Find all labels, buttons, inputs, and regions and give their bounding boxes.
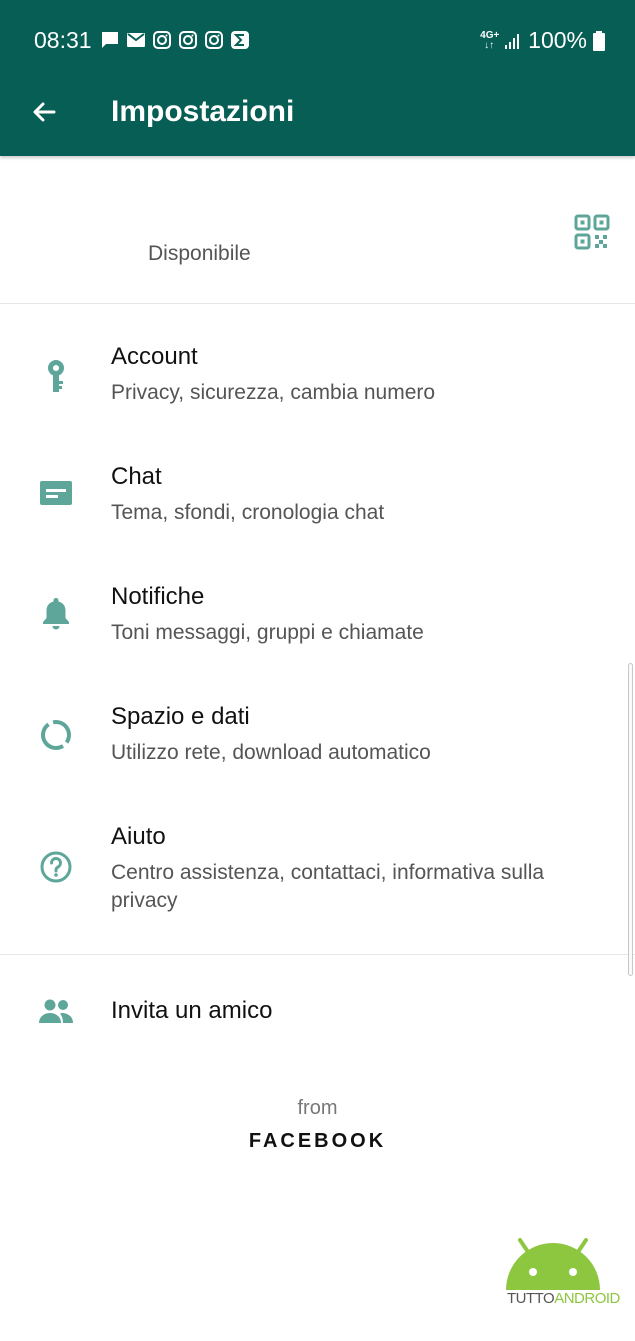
people-icon	[36, 991, 76, 1031]
instagram-icon	[205, 31, 223, 49]
bell-icon	[36, 593, 76, 633]
instagram-icon	[153, 31, 171, 49]
menu-item-subtitle: Tema, sfondi, cronologia chat	[111, 501, 385, 524]
battery-icon	[593, 30, 605, 51]
signal-icon	[505, 33, 520, 49]
menu-item-chat[interactable]: Chat Tema, sfondi, cronologia chat	[0, 445, 635, 555]
footer-brand: FACEBOOK	[248, 1130, 387, 1152]
menu-item-account[interactable]: Account Privacy, sicurezza, cambia numer…	[0, 325, 635, 435]
app-toolbar: Impostazioni	[0, 70, 635, 156]
data-usage-icon	[36, 715, 76, 755]
section-divider	[0, 954, 635, 955]
sigma-icon	[231, 31, 249, 49]
watermark-text-part2: ANDROID	[554, 1290, 620, 1307]
help-icon	[36, 847, 76, 887]
message-icon	[102, 32, 118, 48]
menu-item-title: Spazio e dati	[111, 703, 250, 730]
invite-label: Invita un amico	[111, 997, 273, 1024]
profile-section[interactable]: Disponibile	[0, 156, 635, 304]
status-bar: 08:31 4G+ ↓↑ 100%	[0, 0, 635, 70]
qr-code-icon	[574, 214, 610, 250]
menu-item-title: Aiuto	[111, 823, 166, 850]
key-icon	[36, 357, 76, 397]
menu-item-aiuto[interactable]: Aiuto Centro assistenza, contattaci, inf…	[0, 805, 635, 945]
scrollbar[interactable]	[628, 663, 633, 976]
menu-item-subtitle: Utilizzo rete, download automatico	[111, 741, 431, 764]
back-button[interactable]	[22, 90, 66, 134]
instagram-icon	[179, 31, 197, 49]
menu-item-title: Account	[111, 343, 198, 370]
menu-item-subtitle: Toni messaggi, gruppi e chiamate	[111, 621, 424, 644]
menu-item-subtitle: Centro assistenza, contattaci, informati…	[111, 861, 545, 912]
page-title: Impostazioni	[111, 95, 295, 128]
status-right: 4G+ ↓↑ 100%	[480, 27, 605, 54]
arrow-left-icon	[33, 102, 56, 122]
qr-code-button[interactable]	[572, 212, 612, 252]
menu-item-subtitle: Privacy, sicurezza, cambia numero	[111, 381, 436, 404]
watermark-text-part1: TUTTO	[507, 1290, 555, 1307]
watermark-text: TUTTOANDROID	[507, 1290, 620, 1307]
profile-status: Disponibile	[148, 242, 251, 265]
menu-item-spazio-e-dati[interactable]: Spazio e dati Utilizzo rete, download au…	[0, 685, 635, 795]
status-time: 08:31	[34, 27, 92, 53]
footer-from: from	[297, 1097, 338, 1119]
menu-item-title: Notifiche	[111, 583, 205, 610]
invite-friend-item[interactable]: Invita un amico	[0, 975, 635, 1050]
notification-icons	[100, 30, 250, 50]
network-type: 4G+ ↓↑	[480, 30, 500, 51]
chat-icon	[36, 473, 76, 513]
battery-percent: 100%	[528, 27, 587, 53]
menu-item-title: Chat	[111, 463, 162, 490]
menu-item-notifiche[interactable]: Notifiche Toni messaggi, gruppi e chiama…	[0, 565, 635, 675]
mail-icon	[127, 33, 145, 47]
